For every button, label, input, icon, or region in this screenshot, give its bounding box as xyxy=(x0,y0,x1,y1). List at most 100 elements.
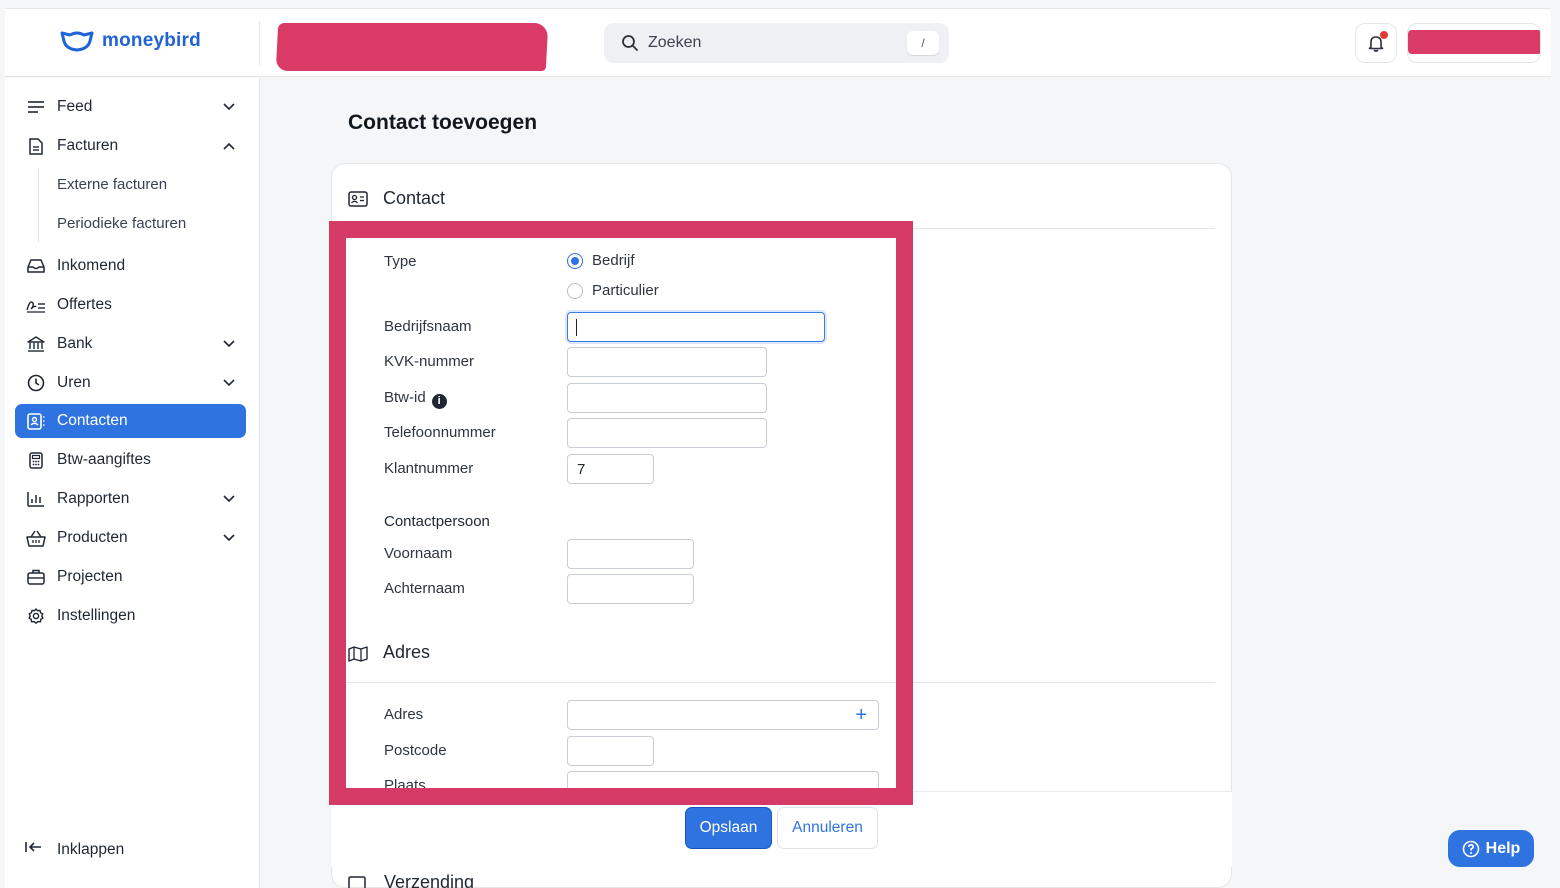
contact-form-card: Contact Type Bedrijf Particulier Bedrijf… xyxy=(331,163,1232,888)
chevron-down-icon[interactable] xyxy=(220,490,238,508)
sidebar-item-offertes[interactable]: Offertes xyxy=(15,288,246,322)
logo-text: moneybird xyxy=(102,30,201,51)
sidebar-item-producten[interactable]: Producten xyxy=(15,521,246,555)
sidebar-item-instellingen[interactable]: Instellingen xyxy=(15,599,246,633)
briefcase-icon xyxy=(25,566,47,588)
sidebar-subitem-periodieke-facturen[interactable]: Periodieke facturen xyxy=(57,215,186,232)
sidebar-item-uren[interactable]: Uren xyxy=(15,366,246,400)
vat-id-field[interactable] xyxy=(567,383,767,413)
section-divider xyxy=(332,228,1215,229)
collapse-arrow-icon xyxy=(25,840,43,859)
sidebar-item-label: Rapporten xyxy=(57,490,130,507)
cancel-button[interactable]: Annuleren xyxy=(777,807,878,849)
section-divider xyxy=(332,682,1215,683)
top-bar: moneybird Zoeken / xyxy=(5,8,1551,77)
search-input[interactable]: Zoeken / xyxy=(604,23,949,63)
section-title: Adres xyxy=(383,642,431,662)
first-name-field[interactable] xyxy=(567,539,694,569)
clock-icon xyxy=(25,372,47,394)
sidebar-item-label: Feed xyxy=(57,98,93,115)
chevron-up-icon[interactable] xyxy=(220,137,238,155)
type-label: Type xyxy=(384,253,417,270)
phone-label: Telefoonnummer xyxy=(384,424,496,441)
moneybird-logo[interactable]: moneybird xyxy=(60,30,201,52)
contact-card-icon xyxy=(348,190,368,207)
sidebar: Feed Facturen Externe facturen Periodiek… xyxy=(5,78,260,888)
sidebar-item-label: Instellingen xyxy=(57,607,136,624)
envelope-icon xyxy=(348,875,366,888)
chevron-down-icon[interactable] xyxy=(220,98,238,116)
sidebar-item-label: Facturen xyxy=(57,137,119,154)
customer-number-field[interactable]: 7 xyxy=(567,454,654,484)
sidebar-item-label: Btw-aangiftes xyxy=(57,451,151,468)
document-icon xyxy=(25,135,47,157)
help-label: Help xyxy=(1485,839,1521,857)
save-button[interactable]: Opslaan xyxy=(685,807,772,849)
radio-bedrijf[interactable]: Bedrijf xyxy=(567,252,635,269)
submenu-guide-line xyxy=(38,168,39,242)
kvk-label: KVK-nummer xyxy=(384,353,475,370)
chevron-down-icon[interactable] xyxy=(220,529,238,547)
search-shortcut-key: / xyxy=(907,31,939,55)
map-icon xyxy=(348,645,368,662)
customer-number-value: 7 xyxy=(577,460,586,478)
first-name-label: Voornaam xyxy=(384,545,453,562)
sidebar-item-label: Inkomend xyxy=(57,257,126,274)
question-circle-icon xyxy=(1462,840,1479,857)
section-title: Contact xyxy=(383,188,446,208)
redacted-user-name xyxy=(1408,30,1540,54)
menu-icon xyxy=(25,96,47,118)
help-button[interactable]: Help xyxy=(1448,830,1534,867)
sidebar-subitem-externe-facturen[interactable]: Externe facturen xyxy=(57,176,167,193)
radio-particulier[interactable]: Particulier xyxy=(567,282,659,299)
gear-icon xyxy=(25,605,47,627)
contact-card-icon xyxy=(25,410,47,432)
notifications-button[interactable] xyxy=(1355,23,1397,63)
customer-number-label: Klantnummer xyxy=(384,460,474,477)
calculator-icon xyxy=(25,449,47,471)
radio-label: Particulier xyxy=(592,282,659,299)
sidebar-item-label: Contacten xyxy=(57,412,128,429)
address-label: Adres xyxy=(384,706,424,723)
kvk-field[interactable] xyxy=(567,347,767,377)
sidebar-item-facturen[interactable]: Facturen xyxy=(15,129,246,163)
redacted-organization-name[interactable] xyxy=(275,23,549,71)
sidebar-item-label: Uren xyxy=(57,374,91,391)
info-icon[interactable]: i xyxy=(431,393,447,409)
last-name-field[interactable] xyxy=(567,574,694,604)
search-placeholder: Zoeken xyxy=(648,34,702,51)
company-name-field[interactable] xyxy=(567,312,825,342)
sidebar-item-label: Bank xyxy=(57,335,93,352)
chevron-down-icon[interactable] xyxy=(220,335,238,353)
radio-label: Bedrijf xyxy=(592,252,635,269)
plus-icon[interactable]: + xyxy=(855,704,867,726)
collapse-label: Inklappen xyxy=(57,840,125,858)
sidebar-item-feed[interactable]: Feed xyxy=(15,90,246,124)
sidebar-item-label: Offertes xyxy=(57,296,112,313)
postcode-field[interactable] xyxy=(567,736,654,766)
contact-person-heading: Contactpersoon xyxy=(384,513,490,530)
sidebar-item-bank[interactable]: Bank xyxy=(15,327,246,361)
sidebar-item-projecten[interactable]: Projecten xyxy=(15,560,246,594)
bar-chart-icon xyxy=(25,488,47,510)
bird-logo-icon xyxy=(60,31,94,52)
postcode-label: Postcode xyxy=(384,742,447,759)
inbox-icon xyxy=(25,255,47,277)
sidebar-item-label: Projecten xyxy=(57,568,123,585)
section-shipping-header: Verzending xyxy=(348,872,474,888)
address-field[interactable]: + xyxy=(567,700,879,730)
collapse-sidebar-button[interactable]: Inklappen xyxy=(25,840,124,859)
radio-button[interactable] xyxy=(567,282,583,299)
sidebar-item-btw-aangiftes[interactable]: Btw-aangiftes xyxy=(15,443,246,477)
sidebar-item-contacten[interactable]: Contacten xyxy=(15,404,246,438)
phone-field[interactable] xyxy=(567,418,767,448)
user-menu-button[interactable] xyxy=(1407,23,1541,63)
sidebar-item-inkomend[interactable]: Inkomend xyxy=(15,249,246,283)
chevron-down-icon[interactable] xyxy=(220,374,238,392)
text-caret xyxy=(576,318,577,336)
radio-button-selected[interactable] xyxy=(567,252,583,269)
sidebar-item-rapporten[interactable]: Rapporten xyxy=(15,482,246,516)
last-name-label: Achternaam xyxy=(384,580,465,597)
divider xyxy=(259,21,260,65)
vat-id-label: Btw-id i xyxy=(384,389,447,409)
